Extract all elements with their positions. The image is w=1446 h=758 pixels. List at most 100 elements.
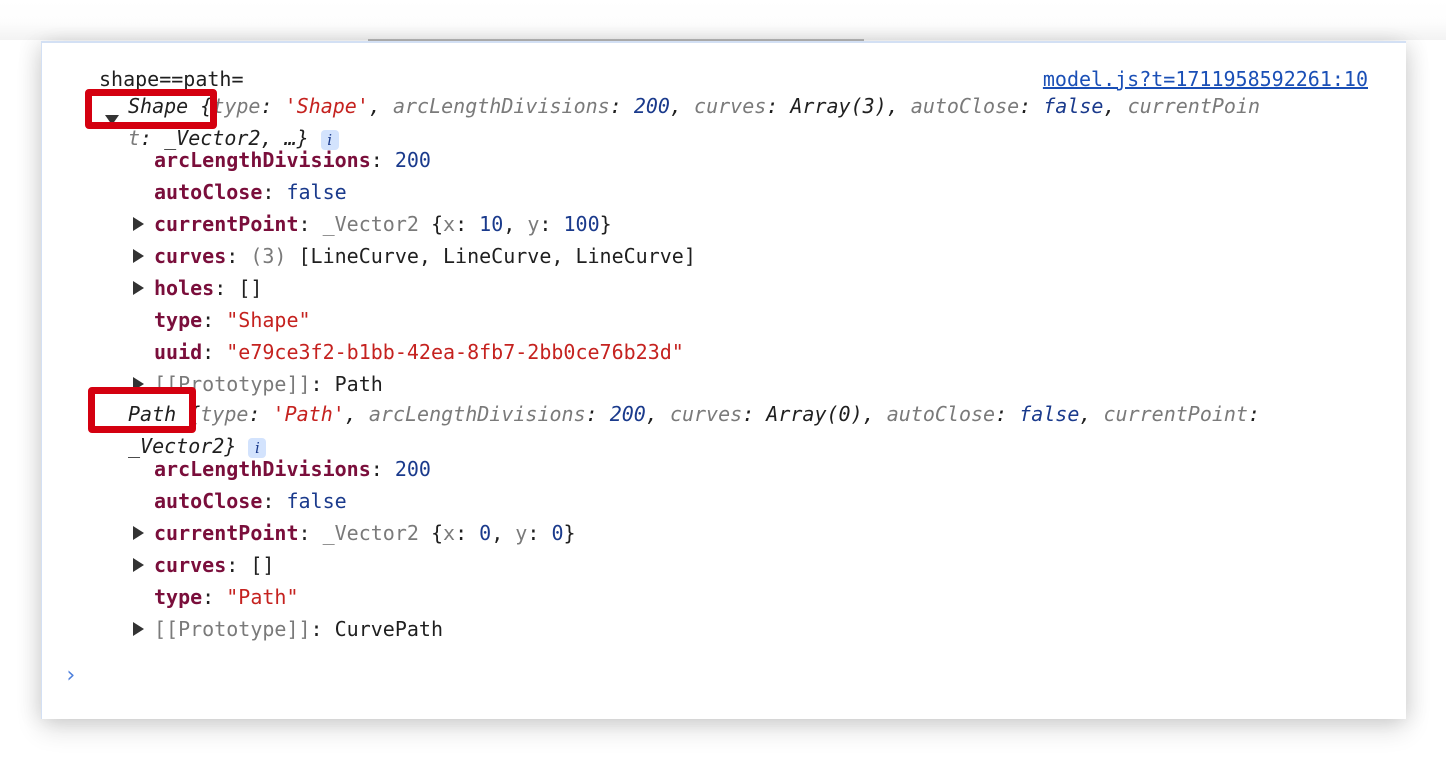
colon: : [262, 180, 287, 204]
brace: { [430, 212, 444, 236]
property-row[interactable]: [[Prototype]]: CurvePath [154, 614, 443, 644]
sub-value: 100 [563, 212, 600, 236]
property-key: autoClose [154, 180, 263, 204]
property-value: [] [238, 276, 263, 300]
property-key: currentPoint [154, 212, 299, 236]
colon: : [260, 94, 285, 118]
property-key: curves [154, 553, 227, 577]
comma: , [669, 94, 695, 118]
property-value: "e79ce3f2-b1bb-42ea-8fb7-2bb0ce76b23d" [226, 340, 684, 364]
preview-value: 200 [633, 94, 670, 118]
preview-value: Array(3) [790, 94, 887, 118]
property-row: arcLengthDivisions: 200 [154, 145, 431, 175]
expand-triangle-icon[interactable] [133, 217, 144, 231]
property-value: 200 [394, 457, 431, 481]
preview-value: false [1019, 402, 1080, 426]
comma: , [1079, 402, 1104, 426]
property-row: type: "Shape" [154, 305, 311, 335]
colon: : [262, 489, 287, 513]
sub-value: 0 [479, 521, 492, 545]
comma: , [491, 521, 516, 545]
preview-key: curves [669, 402, 743, 426]
source-link[interactable]: model.js?t=1711958592261:10 [1043, 64, 1368, 94]
expand-triangle-icon[interactable] [133, 281, 144, 295]
colon: : [1019, 94, 1044, 118]
comma: , [368, 94, 393, 118]
colon: : [609, 94, 634, 118]
console-prompt-chevron-right-icon[interactable]: › [64, 663, 77, 688]
property-row[interactable]: curves: (3) [LineCurve, LineCurve, LineC… [154, 241, 696, 271]
preview-value: 'Shape' [284, 94, 369, 118]
property-value: "Shape" [226, 308, 311, 332]
colon: : [202, 585, 227, 609]
colon: : [455, 212, 480, 236]
comma: , [503, 212, 528, 236]
expand-triangle-icon[interactable] [133, 526, 144, 540]
colon: : [310, 372, 335, 396]
preview-value: 200 [609, 402, 646, 426]
preview-value: false [1043, 94, 1104, 118]
shape-object-preview[interactable]: Shape {type: 'Shape', arcLengthDivisions… [128, 91, 1260, 121]
preview-key: currentPoint [1103, 402, 1248, 426]
property-row[interactable]: holes: [] [154, 273, 262, 303]
property-value: false [286, 489, 347, 513]
property-key: arcLengthDivisions [154, 457, 371, 481]
path-object-preview[interactable]: Path {type: 'Path', arcLengthDivisions: … [128, 399, 1260, 429]
preview-value: 'Path' [272, 402, 345, 426]
comma: , [344, 402, 369, 426]
colon: : [226, 553, 251, 577]
property-key: [[Prototype]] [154, 617, 311, 641]
property-value: [LineCurve, LineCurve, LineCurve] [298, 244, 696, 268]
comma: , [1103, 94, 1128, 118]
expand-triangle-icon[interactable] [133, 558, 144, 572]
sub-value: 0 [551, 521, 564, 545]
preview-key: curves [694, 94, 767, 118]
class-prefix: _Vector2 [322, 212, 419, 236]
property-key: type [154, 308, 203, 332]
preview-key: t [128, 126, 141, 150]
preview-key: autoClose [910, 94, 1020, 118]
colon: : [202, 340, 227, 364]
comma: , [862, 402, 887, 426]
expand-triangle-icon[interactable] [133, 622, 144, 636]
class-prefix: _Vector2 [322, 521, 419, 545]
top-strip [0, 0, 1446, 40]
property-key: currentPoint [154, 521, 299, 545]
colon: : [214, 276, 239, 300]
property-key: arcLengthDivisions [154, 148, 371, 172]
property-row: uuid: "e79ce3f2-b1bb-42ea-8fb7-2bb0ce76b… [154, 337, 684, 367]
preview-key: currentPoin [1127, 94, 1261, 118]
sub-key: y [515, 521, 528, 545]
console-panel: shape==path= model.js?t=1711958592261:10… [41, 41, 1406, 719]
preview-value: Array(0) [766, 402, 863, 426]
colon: : [248, 402, 273, 426]
colon: : [226, 244, 251, 268]
brace: { [430, 521, 444, 545]
colon: : [298, 521, 323, 545]
colon: : [527, 521, 552, 545]
property-key: uuid [154, 340, 203, 364]
colon: : [585, 402, 610, 426]
property-row: autoClose: false [154, 177, 347, 207]
property-key: curves [154, 244, 227, 268]
preview-key: type [200, 402, 249, 426]
property-key: holes [154, 276, 215, 300]
colon: : [539, 212, 564, 236]
highlight-box-path [88, 387, 196, 433]
sub-key: y [527, 212, 540, 236]
comma: , [886, 94, 911, 118]
colon: : [298, 212, 323, 236]
colon: : [1247, 402, 1261, 426]
property-row[interactable]: curves: [] [154, 550, 274, 580]
property-row: type: "Path" [154, 582, 299, 612]
brace: } [563, 521, 576, 545]
colon: : [310, 617, 335, 641]
preview-key: arcLengthDivisions [392, 94, 610, 118]
colon: : [995, 402, 1020, 426]
property-row[interactable]: currentPoint: _Vector2 {x: 10, y: 100} [154, 209, 612, 239]
preview-key: autoClose [886, 402, 996, 426]
property-row[interactable]: currentPoint: _Vector2 {x: 0, y: 0} [154, 518, 576, 548]
property-value: [] [250, 553, 275, 577]
sub-value: 10 [479, 212, 504, 236]
expand-triangle-icon[interactable] [133, 249, 144, 263]
